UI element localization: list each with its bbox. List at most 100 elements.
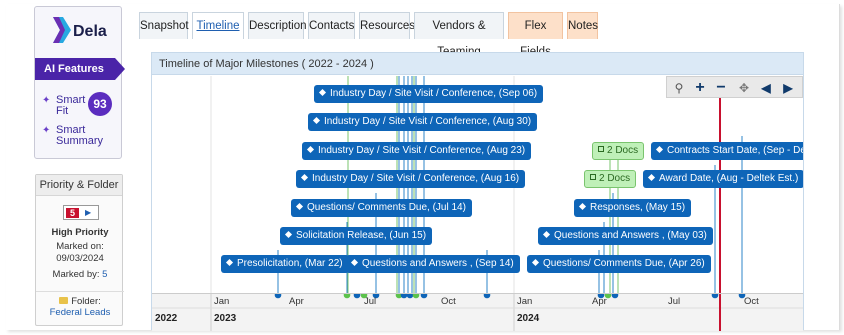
axis-year: 2024	[517, 313, 540, 324]
tab-vendors-teaming[interactable]: Vendors & Teaming	[414, 12, 504, 58]
milestone-label: Questions/ Comments Due, (Jul 14)	[307, 202, 466, 213]
diamond-icon	[312, 116, 321, 124]
tab-description[interactable]: Description	[248, 12, 307, 39]
document-icon	[598, 146, 604, 153]
milestone-label: Questions and Answers , (Sep 14)	[362, 258, 514, 269]
tab-contacts[interactable]: Contacts	[308, 12, 355, 39]
axis-year: 2022	[155, 313, 178, 324]
event-dot	[420, 294, 428, 299]
folder-label: Folder:	[71, 296, 101, 307]
scroll-right-icon[interactable]: ▶	[778, 78, 798, 98]
scroll-left-icon[interactable]: ◀	[756, 78, 776, 98]
priority-level: 5	[66, 208, 79, 218]
milestone-label: Questions and Answers , (May 03)	[554, 230, 707, 241]
docs-badge[interactable]: 2 Docs	[584, 170, 637, 188]
axis-month: Jul	[364, 296, 377, 307]
tab-timeline[interactable]: Timeline	[192, 12, 244, 39]
time-axis: Jan Apr Jul Oct Jan Apr Jul Oct 2022 202…	[152, 293, 803, 331]
docs-label: 2 Docs	[599, 173, 631, 184]
milestone[interactable]: Contracts Start Date, (Sep - Deltek	[651, 142, 803, 160]
marked-on-date: 09/03/2024	[56, 253, 104, 264]
marked-by: Marked by: 5	[36, 269, 124, 280]
milestone[interactable]: Solicitation Release, (Jun 15)	[280, 227, 433, 245]
diamond-icon	[350, 258, 359, 266]
axis-month: Jan	[214, 296, 230, 307]
axis-year: 2023	[214, 313, 237, 324]
docs-label: 2 Docs	[607, 145, 639, 156]
diamond-icon	[284, 230, 293, 238]
milestone-label: Questions/ Comments Due, (Apr 26)	[543, 258, 705, 269]
diamond-icon	[318, 88, 327, 96]
axis-marks	[152, 294, 803, 331]
milestone[interactable]: Questions/ Comments Due, (Jul 14)	[291, 199, 472, 217]
priority-folder-header: Priority & Folder	[36, 175, 122, 196]
milestone[interactable]: Questions and Answers , (Sep 14)	[346, 255, 520, 273]
pan-icon[interactable]: ✥	[734, 78, 754, 98]
marked-by-link[interactable]: 5	[102, 269, 107, 280]
tab-resources[interactable]: Resources	[359, 12, 415, 39]
axis-month: Oct	[441, 296, 456, 307]
doc-dot	[343, 294, 351, 299]
milestone[interactable]: Questions and Answers , (May 03)	[538, 227, 713, 245]
timeline-panel: Timeline of Major Milestones ( 2022 - 20…	[151, 52, 804, 331]
event-dot	[711, 294, 719, 299]
smart-fit-label: Smart Fit	[56, 94, 86, 117]
milestone[interactable]: Industry Day / Site Visit / Conference, …	[308, 113, 538, 131]
magnifier-icon[interactable]: ⚲	[669, 78, 689, 98]
folder-name-row: Federal Leads	[36, 307, 124, 318]
milestone[interactable]: Award Date, (Aug - Deltek Est.)	[643, 170, 803, 188]
milestone-label: Contracts Start Date, (Sep - Deltek	[667, 145, 803, 156]
milestone[interactable]: Industry Day / Site Visit / Conference, …	[314, 85, 544, 103]
milestone-label: Industry Day / Site Visit / Conference, …	[318, 145, 526, 156]
dela-logo: Dela	[51, 15, 111, 49]
tab-notes[interactable]: Notes	[567, 12, 598, 39]
milestone-label: Responses, (May 15)	[590, 202, 686, 213]
milestone[interactable]: Presolicitation, (Mar 22)	[221, 255, 349, 273]
milestone[interactable]: Responses, (May 15)	[574, 199, 692, 217]
axis-month: Jan	[517, 296, 533, 307]
diamond-icon	[300, 173, 309, 181]
milestone-label: Presolicitation, (Mar 22)	[237, 258, 343, 269]
diamond-icon	[578, 202, 587, 210]
event-dot	[400, 294, 408, 299]
milestone[interactable]: Industry Day / Site Visit / Conference, …	[296, 170, 526, 188]
milestone-label: Industry Day / Site Visit / Conference, …	[312, 173, 520, 184]
milestone[interactable]: Questions/ Comments Due, (Apr 26)	[527, 255, 711, 273]
zoom-in-icon[interactable]: +	[690, 78, 710, 98]
folder-icon	[59, 297, 69, 304]
milestone-label: Industry Day / Site Visit / Conference, …	[330, 88, 538, 99]
left-column: Dela AI Features ✦ Smart Fit 93 ✦ Smart …	[34, 6, 126, 326]
event-dot	[274, 294, 282, 299]
tab-snapshot[interactable]: Snapshot	[139, 12, 189, 39]
zoom-toolbar: ⚲ + − ✥ ◀ ▶	[666, 76, 803, 98]
folder-name-link[interactable]: Federal Leads	[50, 307, 111, 318]
diamond-icon	[225, 258, 234, 266]
event-dot	[353, 294, 361, 299]
docs-badge[interactable]: 2 Docs	[592, 142, 645, 160]
axis-month: Apr	[289, 296, 304, 307]
diamond-icon	[306, 145, 315, 153]
smart-summary-label: Smart Summary	[56, 124, 104, 147]
zoom-out-icon[interactable]: −	[711, 78, 731, 98]
priority-selector[interactable]: 5 ▶	[63, 205, 99, 220]
milestone-label: Solicitation Release, (Jun 15)	[296, 230, 427, 241]
play-icon: ▶	[85, 208, 92, 217]
sparkle-icon: ✦	[42, 125, 51, 136]
document-icon	[590, 174, 596, 181]
milestone[interactable]: Industry Day / Site Visit / Conference, …	[302, 142, 532, 160]
diamond-icon	[295, 202, 304, 210]
brand-card: Dela AI Features ✦ Smart Fit 93 ✦ Smart …	[34, 6, 125, 159]
event-dot	[611, 294, 619, 299]
milestone-label: Industry Day / Site Visit / Conference, …	[324, 116, 532, 127]
diamond-icon	[542, 230, 551, 238]
diamond-icon	[647, 173, 656, 181]
ai-features-tab[interactable]: AI Features	[35, 58, 125, 80]
sparkle-icon: ✦	[42, 95, 51, 106]
axis-month: Oct	[744, 296, 759, 307]
timeline-chart: ⚲ + − ✥ ◀ ▶ Industry Day / Site Visit / …	[152, 76, 803, 331]
diamond-icon	[655, 145, 664, 153]
marked-by-label: Marked by:	[52, 269, 100, 280]
priority-folder-card: Priority & Folder 5 ▶ High Priority Mark…	[35, 174, 124, 326]
tab-flex-fields[interactable]: Flex Fields	[508, 12, 563, 58]
logo-text: Dela	[73, 23, 107, 40]
